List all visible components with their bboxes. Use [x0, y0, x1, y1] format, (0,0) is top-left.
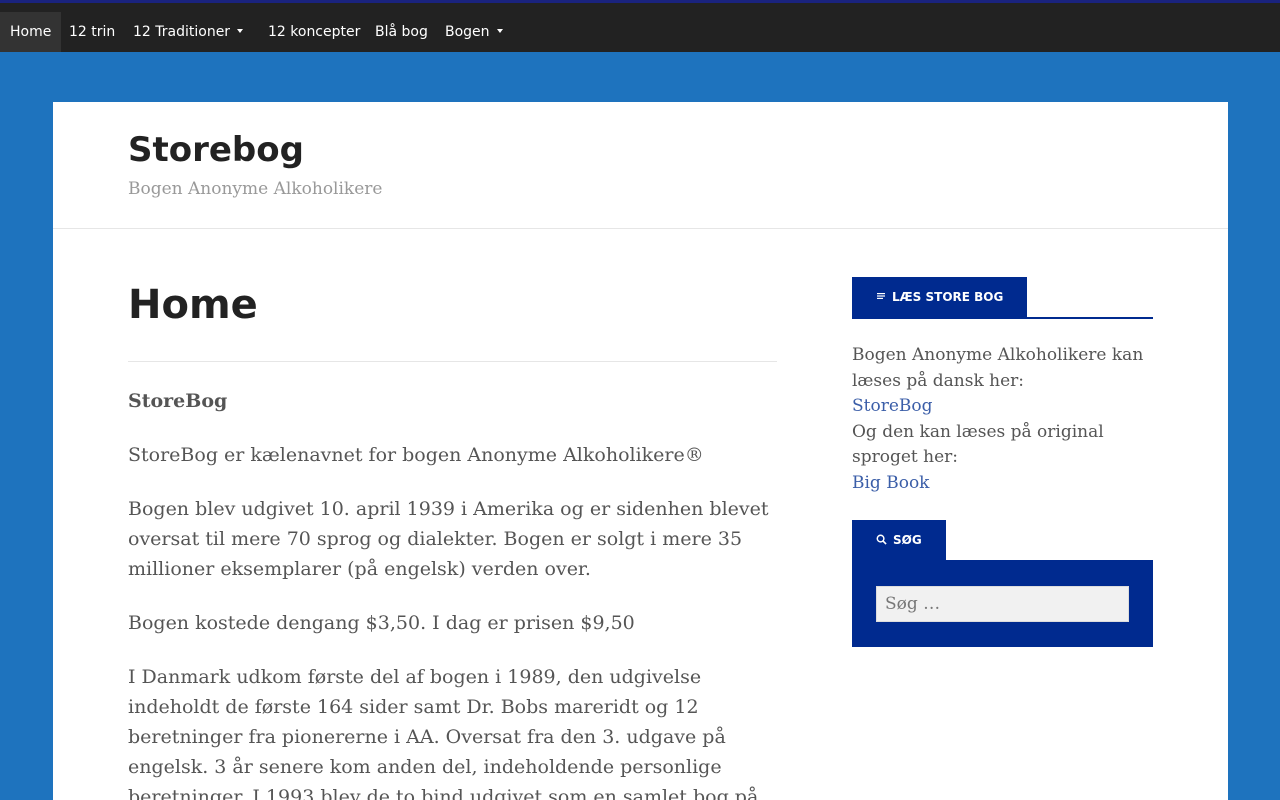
widget-title-label: Søg: [893, 533, 922, 547]
storebog-link[interactable]: StoreBog: [852, 394, 1153, 420]
nav-label: 12 koncepter: [268, 24, 361, 40]
list-icon: [876, 277, 886, 318]
big-book-link[interactable]: Big Book: [852, 471, 1153, 497]
site-description: Bogen Anonyme Alkoholikere: [128, 179, 383, 199]
site-header: Storebog Bogen Anonyme Alkoholikere: [53, 102, 1228, 229]
page-content: StoreBog StoreBog er kælenavnet for boge…: [128, 386, 788, 800]
widget-text: Bogen Anonyme Alkoholikere kan læses på …: [852, 345, 1144, 391]
nav-item-blaa-bog[interactable]: Blå bog: [365, 12, 438, 52]
content-paragraph: Bogen kostede dengang $3,50. I dag er pr…: [128, 612, 635, 634]
widget-title-read: Læs Store Bog: [852, 277, 1028, 318]
main-navigation: Home 12 trin 12 Traditioner 12 koncepter…: [0, 3, 1280, 52]
widget-title-underline: [852, 317, 1153, 319]
title-divider: [128, 361, 777, 362]
search-input[interactable]: [876, 586, 1129, 622]
nav-item-home[interactable]: Home: [0, 12, 62, 52]
nav-item-12-traditioner[interactable]: 12 Traditioner: [123, 12, 253, 52]
nav-item-12-koncepter[interactable]: 12 koncepter: [258, 12, 370, 52]
nav-label: Bogen: [445, 24, 490, 40]
search-icon: [876, 521, 887, 561]
content-paragraph: StoreBog er kælenavnet for bogen Anonyme…: [128, 444, 704, 466]
nav-label: 12 trin: [69, 24, 116, 40]
widget-text: Og den kan læses på original sproget her…: [852, 421, 1104, 468]
read-widget-body: Bogen Anonyme Alkoholikere kan læses på …: [852, 343, 1153, 496]
site-title[interactable]: Storebog: [128, 130, 304, 170]
content-heading: StoreBog: [128, 390, 228, 412]
nav-label: Blå bog: [375, 24, 428, 40]
content-paragraph: Bogen blev udgivet 10. april 1939 i Amer…: [128, 498, 769, 580]
widget-title-label: Læs Store Bog: [892, 290, 1004, 304]
nav-label: Home: [10, 24, 52, 40]
nav-label: 12 Traditioner: [133, 24, 231, 40]
page-card: Storebog Bogen Anonyme Alkoholikere Home…: [53, 102, 1228, 800]
search-widget: [852, 560, 1153, 647]
page-title: Home: [128, 282, 258, 328]
nav-item-12-trin[interactable]: 12 trin: [59, 12, 125, 52]
nav-item-bogen[interactable]: Bogen: [435, 12, 513, 52]
widget-title-search: Søg: [852, 520, 946, 560]
content-paragraph: I Danmark udkom første del af bogen i 19…: [128, 666, 759, 800]
chevron-down-icon: [237, 29, 244, 33]
chevron-down-icon: [496, 29, 503, 33]
